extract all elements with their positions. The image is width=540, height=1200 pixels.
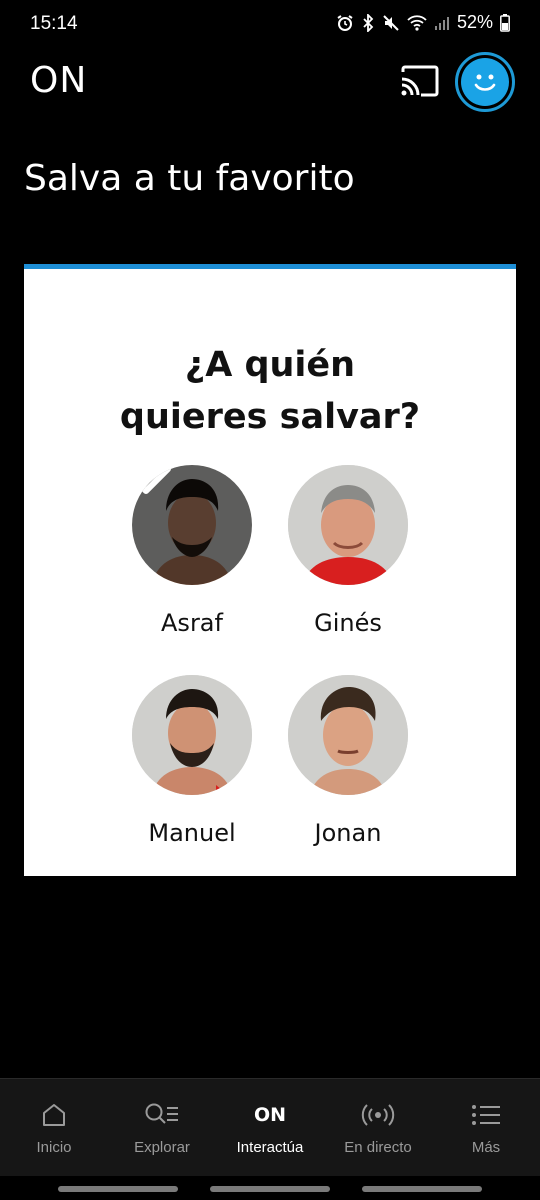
bluetooth-icon	[363, 13, 374, 32]
menu-list-icon	[471, 1101, 501, 1129]
vote-question-line-2: quieres salvar?	[119, 397, 421, 437]
vote-question-line-1: ¿A quién	[184, 345, 356, 385]
candidate-name: Asraf	[161, 609, 223, 637]
broadcast-icon	[361, 1101, 395, 1129]
mute-icon	[383, 14, 399, 31]
vote-question: ¿A quién quieres salvar?	[24, 339, 516, 443]
on-logo-icon: ON	[254, 1101, 286, 1129]
check-icon	[133, 466, 171, 494]
candidate-manuel[interactable]: Manuel	[112, 675, 272, 847]
page-title: Salva a tu favorito	[24, 158, 355, 199]
candidate-name: Manuel	[148, 819, 236, 847]
status-bar: 15:14 52%	[0, 0, 540, 48]
cast-button[interactable]	[399, 64, 439, 98]
vote-card: ¿A quién quieres salvar? Asraf Ginés Man…	[24, 264, 516, 876]
nav-item-mas[interactable]: Más	[432, 1079, 540, 1176]
alarm-icon	[337, 14, 353, 31]
nav-label: Más	[471, 1139, 501, 1156]
nav-item-interactua[interactable]: ON Interactúa	[216, 1079, 324, 1176]
wifi-icon	[407, 14, 427, 31]
battery-level: 52%	[456, 12, 493, 32]
cast-icon	[401, 65, 439, 97]
home-icon	[41, 1101, 67, 1129]
nav-label: Explorar	[134, 1139, 190, 1156]
candidate-asraf[interactable]: Asraf	[112, 465, 272, 637]
candidate-gines[interactable]: Ginés	[268, 465, 428, 637]
candidate-photo	[132, 675, 252, 795]
candidate-photo	[288, 465, 408, 585]
candidate-photo	[288, 675, 408, 795]
app-header: ON	[0, 50, 540, 114]
candidate-jonan[interactable]: Jonan	[268, 675, 428, 847]
nav-label: En directo	[344, 1139, 412, 1156]
smiley-avatar-icon	[461, 58, 509, 106]
app-logo[interactable]: ON	[30, 60, 87, 101]
nav-item-en-directo[interactable]: En directo	[324, 1079, 432, 1176]
candidate-name: Jonan	[314, 819, 382, 847]
signal-icon	[434, 16, 449, 30]
selected-overlay	[132, 465, 252, 585]
candidate-name: Ginés	[314, 609, 382, 637]
search-list-icon	[144, 1101, 180, 1129]
nav-item-explorar[interactable]: Explorar	[108, 1079, 216, 1176]
status-time: 15:14	[30, 13, 78, 34]
bottom-nav: Inicio Explorar ON Interactúa En directo…	[0, 1078, 540, 1176]
nav-label: Interactúa	[236, 1139, 304, 1156]
nav-item-inicio[interactable]: Inicio	[0, 1079, 108, 1176]
on-logo-text: ON	[253, 1104, 287, 1126]
system-gesture-bar	[58, 1186, 482, 1192]
battery-icon	[500, 13, 510, 32]
status-icons: 52%	[336, 12, 510, 33]
nav-label: Inicio	[36, 1139, 72, 1156]
profile-avatar-button[interactable]	[455, 52, 515, 112]
candidate-photo	[132, 465, 252, 585]
